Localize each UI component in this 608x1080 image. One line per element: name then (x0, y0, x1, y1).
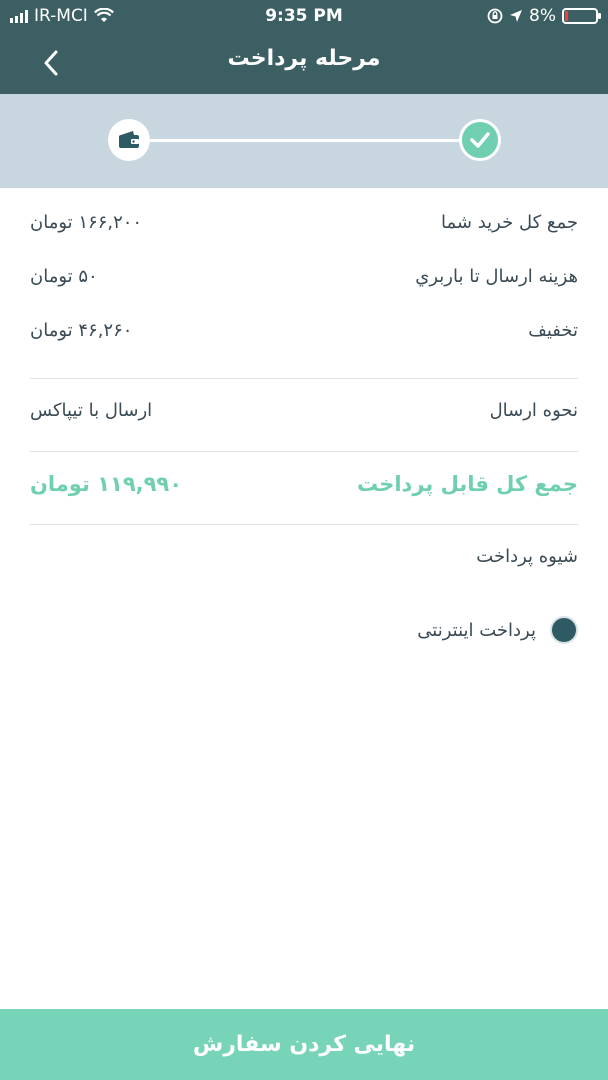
step-payment (108, 119, 150, 161)
total-purchase-label: جمع کل خرید شما (441, 212, 578, 233)
navigation-bar: مرحله پرداخت (0, 32, 608, 94)
step-completed (459, 119, 501, 161)
discount-value: ۴۶,۲۶۰ تومان (30, 320, 133, 341)
shipping-cost-value: ۵۰ تومان (30, 266, 98, 287)
battery-icon (562, 8, 601, 24)
payment-method-row: شیوه پرداخت (30, 546, 578, 567)
radio-selected-icon[interactable] (550, 616, 578, 644)
rotation-lock-icon (487, 8, 503, 24)
status-bar: IR-MCI 9:35 PM 8% (0, 0, 608, 32)
stepper-line (150, 139, 478, 142)
battery-percent: 8% (529, 6, 556, 26)
divider (30, 451, 578, 452)
payable-total-label: جمع کل قابل پرداخت (356, 472, 578, 496)
discount-row: تخفیف ۴۶,۲۶۰ تومان (30, 320, 578, 341)
payment-option-online[interactable]: پرداخت اینترنتی (417, 616, 578, 644)
total-purchase-row: جمع کل خرید شما ۱۶۶,۲۰۰ تومان (30, 212, 578, 233)
payable-total-row: جمع کل قابل پرداخت ۱۱۹,۹۹۰ تومان (30, 472, 578, 496)
total-purchase-value: ۱۶۶,۲۰۰ تومان (30, 212, 143, 233)
shipping-cost-label: هزینه ارسال تا باربري (415, 266, 578, 287)
wallet-icon (119, 131, 139, 148)
check-icon (470, 132, 490, 148)
divider (30, 378, 578, 379)
discount-label: تخفیف (528, 320, 578, 341)
shipping-cost-row: هزینه ارسال تا باربري ۵۰ تومان (30, 266, 578, 287)
payable-total-value: ۱۱۹,۹۹۰ تومان (30, 472, 183, 496)
shipping-method-label: نحوه ارسال (489, 400, 578, 421)
checkout-stepper (0, 94, 608, 188)
finalize-order-button[interactable]: نهایی کردن سفارش (0, 1009, 608, 1080)
divider (30, 524, 578, 525)
status-right: 8% (487, 6, 601, 26)
payment-option-label: پرداخت اینترنتی (417, 619, 536, 641)
location-arrow-icon (510, 10, 523, 22)
shipping-method-value: ارسال با تیپاکس (30, 400, 153, 421)
page-title: مرحله پرداخت (227, 46, 381, 71)
payment-method-label: شیوه پرداخت (476, 546, 578, 567)
shipping-method-row: نحوه ارسال ارسال با تیپاکس (30, 400, 578, 421)
